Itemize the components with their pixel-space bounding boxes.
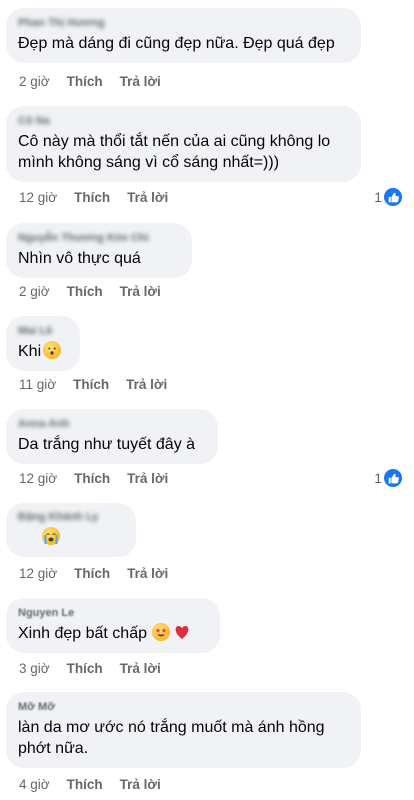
comment-text: Khi [18,341,68,362]
like-link[interactable]: Thích [73,377,109,392]
comment-text: Cô này mà thổi tắt nến của ai cũng không… [18,133,331,171]
comment-time[interactable]: 4 giờ [19,777,50,792]
comment-bubble[interactable]: Phan Thị Hương Đẹp mà dáng đi cũng đẹp n… [6,8,361,63]
reply-link[interactable]: Trả lời [127,190,168,205]
comment-1: Phan Thị Hương Đẹp mà dáng đi cũng đẹp n… [6,8,414,63]
comment-author[interactable]: Nguyen Le [18,606,208,620]
comment-bubble[interactable]: Đặng Khánh Ly [6,503,136,557]
comment-text-content: Xinh đẹp bất chấp [18,625,147,642]
comment-bubble[interactable]: Nguyễn Thương Kim Chi Nhìn vô thực quá [6,223,192,278]
like-icon [384,188,402,206]
comment-time[interactable]: 12 giờ [19,471,57,486]
comment-meta: 11 giờ Thích Trả lời [19,377,184,392]
comment-7: Nguyen Le Xinh đẹp bất chấp [6,598,414,653]
like-link[interactable]: Thích [67,661,103,676]
like-link[interactable]: Thích [67,74,103,89]
comment-6: Đặng Khánh Ly [6,503,414,557]
comment-author[interactable]: Đặng Khánh Ly [18,510,124,524]
like-icon [384,469,402,487]
comment-author[interactable]: Mỡ Mỡ [18,700,349,714]
comment-text-content: Khi [18,343,42,360]
comment-time[interactable]: 2 giờ [19,284,50,299]
comment-bubble[interactable]: Anna Anh Da trắng như tuyết đây à [6,409,218,464]
comment-author[interactable]: Cô Na [18,114,349,128]
comment-text [18,527,124,548]
comment-meta: 12 giờ Thích Trả lời [19,471,185,486]
reaction-count[interactable]: 1 [374,469,402,487]
comment-meta: 2 giờ Thích Trả lời [19,284,178,299]
comment-bubble[interactable]: Cô Na Cô này mà thổi tắt nến của ai cũng… [6,106,361,182]
comment-author[interactable]: Phan Thị Hương [18,16,349,30]
like-link[interactable]: Thích [74,471,110,486]
reply-link[interactable]: Trả lời [127,566,168,581]
star-struck-emoji [152,623,170,641]
reply-link[interactable]: Trả lời [126,377,167,392]
comment-text: Xinh đẹp bất chấp [18,623,208,644]
reply-link[interactable]: Trả lời [127,471,168,486]
comment-3: Nguyễn Thương Kim Chi Nhìn vô thực quá [6,223,414,278]
comment-time[interactable]: 11 giờ [19,377,56,392]
comment-bubble[interactable]: Nguyen Le Xinh đẹp bất chấp [6,598,220,653]
reaction-number: 1 [374,470,382,486]
reaction-count[interactable]: 1 [374,188,402,206]
comment-text: làn da mơ ước nó trắng muốt mà ánh hồng … [18,719,325,757]
comment-time[interactable]: 2 giờ [19,74,50,89]
reply-link[interactable]: Trả lời [120,661,161,676]
comment-meta: 3 giờ Thích Trả lời [19,661,178,676]
comment-meta: 12 giờ Thích Trả lời [19,190,185,205]
hushed-face-emoji [43,341,62,359]
red-heart-emoji [173,623,191,641]
comment-time[interactable]: 12 giờ [19,190,57,205]
reaction-number: 1 [374,189,382,205]
comment-time[interactable]: 3 giờ [19,661,50,676]
comment-time[interactable]: 12 giờ [19,566,57,581]
reply-link[interactable]: Trả lời [120,284,161,299]
comment-4: Mai Lê Khi [6,316,414,371]
comment-bubble[interactable]: Mỡ Mỡ làn da mơ ước nó trắng muốt mà ánh… [6,692,361,768]
comment-author[interactable]: Mai Lê [18,324,68,338]
like-link[interactable]: Thích [74,190,110,205]
crying-face-emoji [42,527,60,545]
comment-text: Da trắng như tuyết đây à [18,436,196,453]
comment-author-blurred-line [18,532,40,546]
reply-link[interactable]: Trả lời [120,777,161,792]
like-link[interactable]: Thích [74,566,110,581]
like-link[interactable]: Thích [67,284,103,299]
comment-2: Cô Na Cô này mà thổi tắt nến của ai cũng… [6,106,414,182]
comment-bubble[interactable]: Mai Lê Khi [6,316,80,371]
comment-author[interactable]: Anna Anh [18,417,206,431]
comment-text: Nhìn vô thực quá [18,250,141,267]
comment-8: Mỡ Mỡ làn da mơ ước nó trắng muốt mà ánh… [6,692,414,768]
comment-meta: 12 giờ Thích Trả lời [19,566,185,581]
comment-author[interactable]: Nguyễn Thương Kim Chi [18,231,180,245]
reply-link[interactable]: Trả lời [120,74,161,89]
like-link[interactable]: Thích [67,777,103,792]
comment-meta: 4 giờ Thích Trả lời [19,777,178,792]
comment-meta: 2 giờ Thích Trả lời [19,74,178,89]
comment-5: Anna Anh Da trắng như tuyết đây à [6,409,414,464]
comment-text: Đẹp mà dáng đi cũng đẹp nữa. Đẹp quá đẹp [18,35,335,52]
